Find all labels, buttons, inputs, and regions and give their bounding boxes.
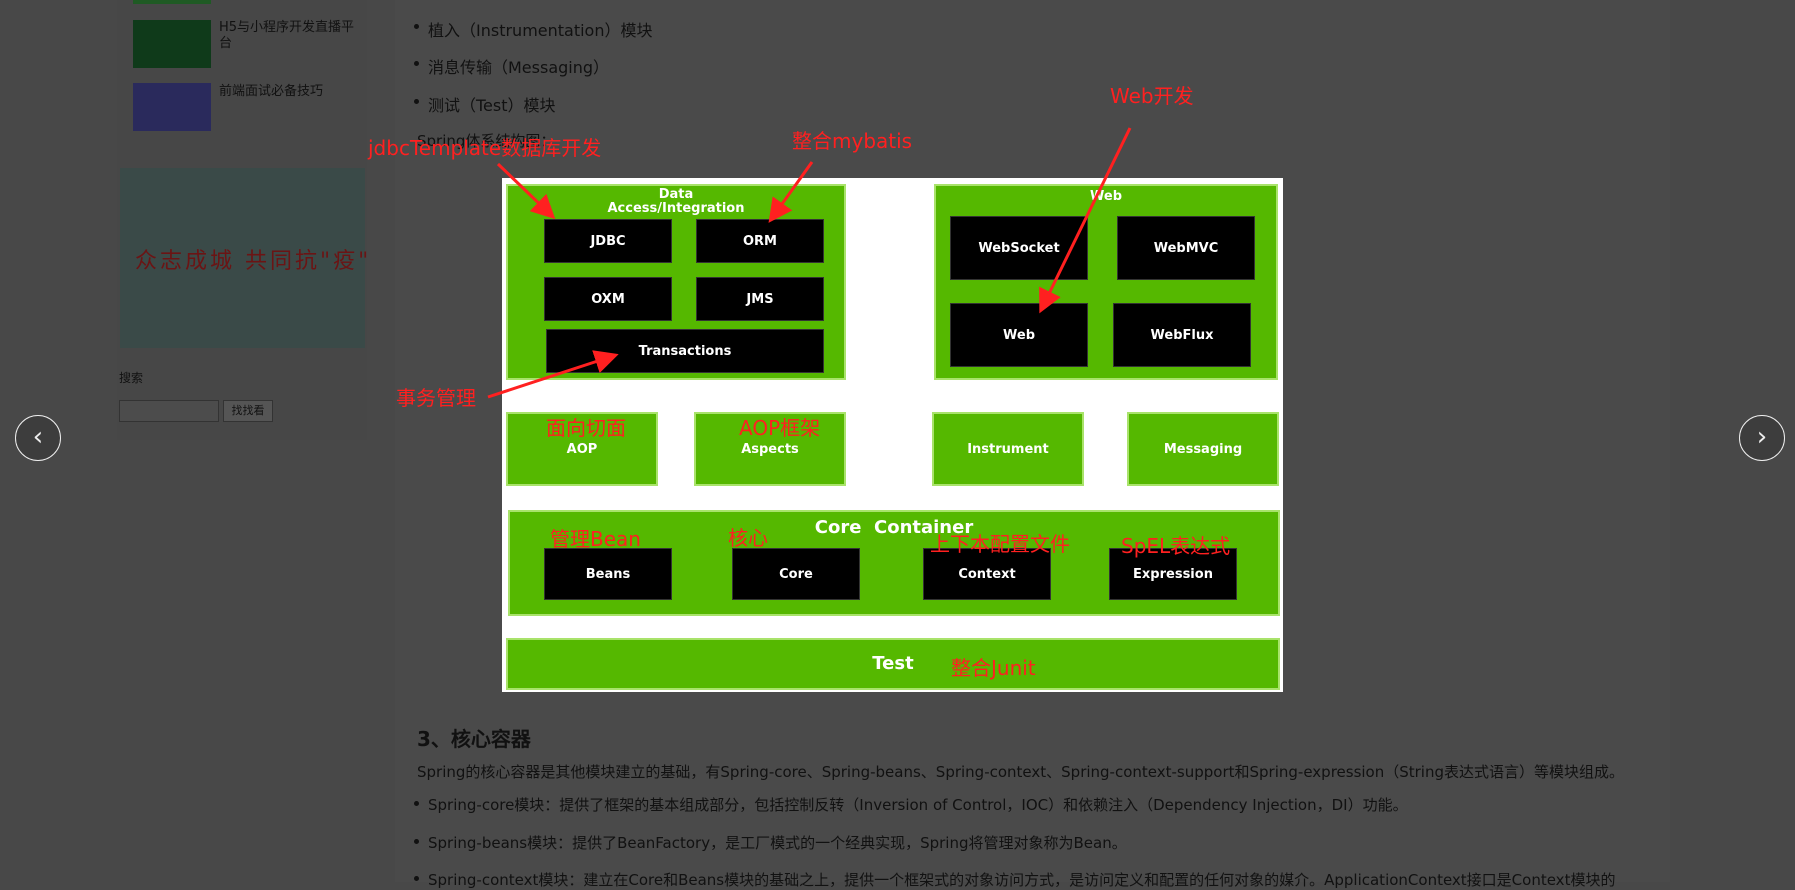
arrow-tx	[487, 350, 619, 399]
arrow-jdbc	[496, 162, 556, 220]
arrow-mybatis	[768, 161, 814, 223]
arrow-web	[1039, 127, 1132, 314]
annotation-arrows	[487, 127, 1132, 399]
